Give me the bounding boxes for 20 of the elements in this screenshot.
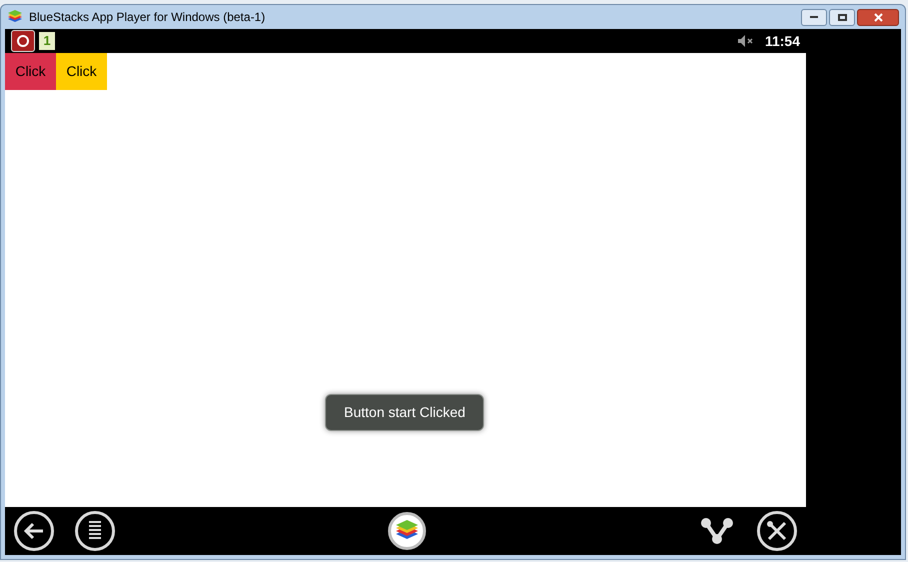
click-button[interactable]: Click xyxy=(56,53,107,90)
window-title: BlueStacks App Player for Windows (beta-1) xyxy=(29,9,266,26)
app-logo-icon xyxy=(7,10,23,24)
clock: 11:54 xyxy=(764,32,800,50)
maximize-button[interactable] xyxy=(829,8,855,26)
notification-badge: 1 xyxy=(39,32,55,50)
app-notification-icon xyxy=(11,30,35,52)
minimize-button[interactable] xyxy=(801,8,827,26)
layers-icon xyxy=(394,520,418,542)
menu-icon xyxy=(88,520,102,542)
click-button[interactable]: Click xyxy=(5,53,56,90)
home-button[interactable] xyxy=(388,512,426,550)
back-button[interactable] xyxy=(14,511,54,551)
settings-button[interactable] xyxy=(757,511,797,551)
back-arrow-icon xyxy=(23,522,45,540)
close-icon xyxy=(874,12,882,22)
toast-message: Button start Clicked xyxy=(325,394,484,431)
close-button[interactable] xyxy=(857,8,899,26)
menu-button[interactable] xyxy=(75,511,115,551)
share-nodes-icon xyxy=(699,517,735,545)
